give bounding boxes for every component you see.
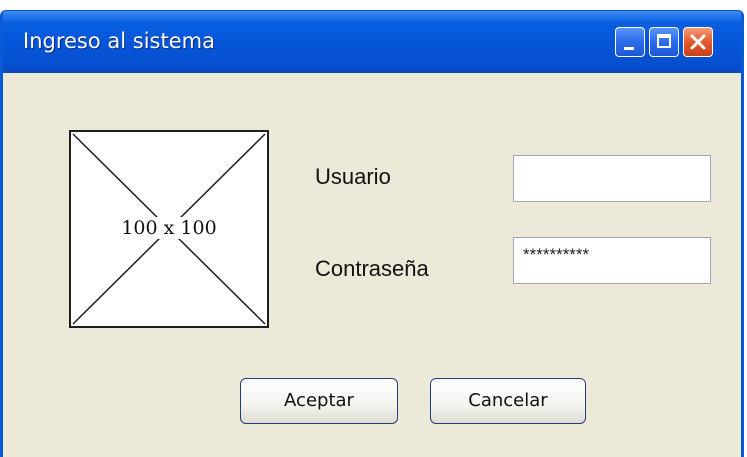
accept-button[interactable]: Aceptar <box>240 378 398 424</box>
window-title: Ingreso al sistema <box>23 29 215 53</box>
image-size-label: 100 x 100 <box>71 217 267 239</box>
password-label: Contraseña <box>315 256 429 281</box>
username-field[interactable] <box>513 155 711 202</box>
close-button[interactable] <box>683 27 713 57</box>
maximize-icon <box>657 34 671 48</box>
cancel-button[interactable]: Cancelar <box>430 378 586 424</box>
minimize-icon <box>624 47 634 50</box>
minimize-button[interactable] <box>615 27 645 57</box>
username-label: Usuario <box>315 164 391 189</box>
image-placeholder: 100 x 100 <box>69 130 269 328</box>
login-window: Ingreso al sistema 100 x 100 Usuario Con… <box>0 10 744 457</box>
maximize-button[interactable] <box>649 27 679 57</box>
image-size-text: 100 x 100 <box>118 217 220 239</box>
password-field[interactable] <box>513 237 711 284</box>
title-bar[interactable]: Ingreso al sistema <box>3 11 741 73</box>
close-icon <box>690 34 706 50</box>
